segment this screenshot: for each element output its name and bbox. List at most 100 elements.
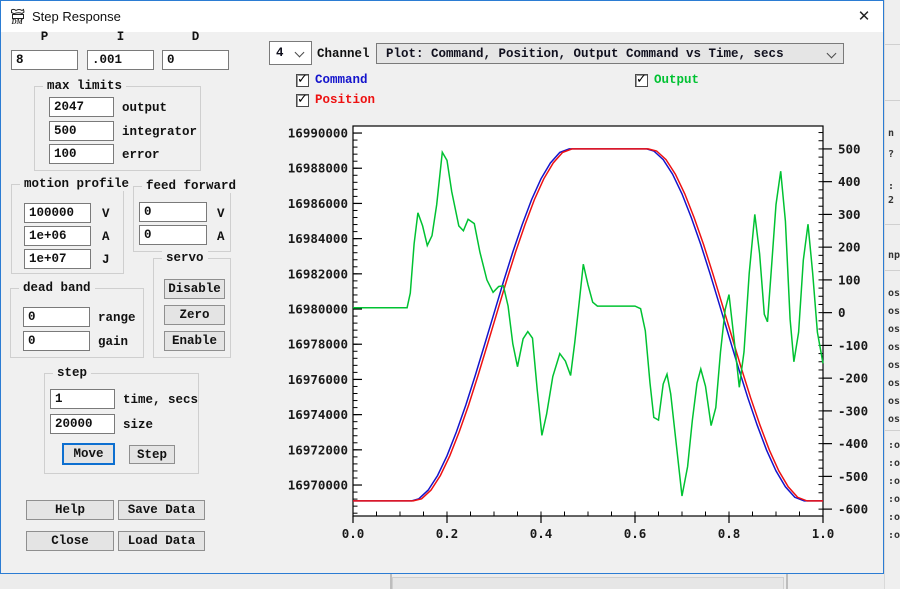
ff-a-field[interactable] xyxy=(139,225,207,245)
background-divider xyxy=(885,224,900,225)
background-text-fragment: 2 xyxy=(888,195,894,206)
output-checkbox[interactable]: ✓ Output xyxy=(635,73,699,87)
x-axis-tick-label: 0.6 xyxy=(624,526,647,541)
right-axis-tick-label: 100 xyxy=(838,272,861,287)
step-response-chart: 1697000016972000169740001697600016978000… xyxy=(286,106,884,554)
ff-v-label: V xyxy=(217,207,225,221)
left-axis-tick-label: 16974000 xyxy=(288,407,348,422)
deadband-gain-label: gain xyxy=(98,335,128,349)
step-button[interactable]: Step xyxy=(129,445,175,464)
feed-forward-title: feed forward xyxy=(142,179,240,193)
command-checkbox-label: Command xyxy=(315,73,368,87)
check-icon: ✓ xyxy=(297,92,308,107)
right-axis-tick-label: 500 xyxy=(838,141,861,156)
background-divider xyxy=(885,270,900,271)
background-text-fragment: :o xyxy=(888,476,900,487)
p-field[interactable] xyxy=(11,50,78,70)
background-panel xyxy=(392,577,784,589)
background-window-right: n?:2nposososososososos:o:o:o:o:o:o xyxy=(884,0,900,589)
background-text-fragment: os xyxy=(888,360,900,371)
left-axis-tick-label: 16980000 xyxy=(288,302,348,317)
background-divider xyxy=(885,100,900,101)
deadband-range-label: range xyxy=(98,311,136,325)
right-axis-tick-label: 400 xyxy=(838,174,861,189)
x-axis-tick-label: 0.2 xyxy=(436,526,459,541)
deadband-range-field[interactable] xyxy=(23,307,90,327)
left-axis-tick-label: 16978000 xyxy=(288,337,348,352)
background-text-fragment: os xyxy=(888,342,900,353)
dead-band-title: dead band xyxy=(19,281,95,295)
profile-j-field[interactable] xyxy=(24,249,91,269)
background-divider xyxy=(885,430,900,431)
ff-v-field[interactable] xyxy=(139,202,207,222)
chevron-down-icon xyxy=(827,49,837,59)
max-error-label: error xyxy=(122,148,160,162)
x-axis-tick-label: 1.0 xyxy=(812,526,835,541)
window-title: Step Response xyxy=(32,9,121,24)
profile-a-field[interactable] xyxy=(24,226,91,246)
plot-frame xyxy=(353,126,823,516)
right-axis-tick-label: -200 xyxy=(838,371,868,386)
channel-select[interactable]: 4 xyxy=(269,41,312,65)
checkbox-box: ✓ xyxy=(296,94,309,107)
left-axis-tick-label: 16990000 xyxy=(288,126,348,141)
max-error-field[interactable] xyxy=(49,144,114,164)
max-output-field[interactable] xyxy=(49,97,114,117)
plot-select[interactable]: Plot: Command, Position, Output Command … xyxy=(376,43,844,64)
check-icon: ✓ xyxy=(636,72,647,87)
load-data-button[interactable]: Load Data xyxy=(118,531,205,551)
max-integrator-label: integrator xyxy=(122,125,197,139)
profile-j-label: J xyxy=(102,253,110,267)
left-axis-tick-label: 16982000 xyxy=(288,266,348,281)
background-text-fragment: :o xyxy=(888,530,900,541)
background-divider xyxy=(786,574,788,589)
help-button[interactable]: Help xyxy=(26,500,114,520)
servo-enable-button[interactable]: Enable xyxy=(164,331,225,351)
command-checkbox[interactable]: ✓ Command xyxy=(296,73,368,87)
svg-text:DM: DM xyxy=(11,18,24,25)
servo-zero-button[interactable]: Zero xyxy=(164,305,225,325)
max-integrator-field[interactable] xyxy=(49,121,114,141)
background-text-fragment: os xyxy=(888,396,900,407)
profile-a-label: A xyxy=(102,230,110,244)
step-time-label: time, secs xyxy=(123,393,198,407)
step-group-title: step xyxy=(53,366,91,380)
deadband-gain-field[interactable] xyxy=(23,331,90,351)
background-divider xyxy=(885,44,900,45)
right-axis-tick-label: 0 xyxy=(838,305,846,320)
servo-title: servo xyxy=(162,251,208,265)
x-axis-tick-label: 0.4 xyxy=(530,526,553,541)
background-text-fragment: os xyxy=(888,324,900,335)
left-axis-tick-label: 16970000 xyxy=(288,478,348,493)
channel-value: 4 xyxy=(270,46,284,60)
check-icon: ✓ xyxy=(297,72,308,87)
x-axis-tick-label: 0.0 xyxy=(342,526,365,541)
background-text-fragment: ? xyxy=(888,149,894,160)
plot-select-value: Plot: Command, Position, Output Command … xyxy=(377,47,784,61)
ff-a-label: A xyxy=(217,230,225,244)
background-text-fragment: n xyxy=(888,128,894,139)
d-field[interactable] xyxy=(162,50,229,70)
channel-label: Channel xyxy=(317,47,370,61)
background-text-fragment: : xyxy=(888,181,894,192)
left-axis-tick-label: 16984000 xyxy=(288,231,348,246)
background-text-fragment: os xyxy=(888,306,900,317)
i-field[interactable] xyxy=(87,50,154,70)
profile-v-label: V xyxy=(102,207,110,221)
background-text-fragment: :o xyxy=(888,440,900,451)
step-time-field[interactable] xyxy=(50,389,115,409)
step-size-field[interactable] xyxy=(50,414,115,434)
servo-disable-button[interactable]: Disable xyxy=(164,279,225,299)
motion-profile-title: motion profile xyxy=(20,177,133,191)
close-icon[interactable]: ✕ xyxy=(851,5,877,29)
p-label: P xyxy=(11,30,78,44)
titlebar: DM Step Response ✕ xyxy=(1,1,883,32)
close-button[interactable]: Close xyxy=(26,531,114,551)
right-axis-tick-label: -400 xyxy=(838,436,868,451)
left-axis: 1697000016972000169740001697600016978000… xyxy=(288,126,362,514)
save-data-button[interactable]: Save Data xyxy=(118,500,205,520)
profile-v-field[interactable] xyxy=(24,203,91,223)
position-checkbox[interactable]: ✓ Position xyxy=(296,93,375,107)
move-button[interactable]: Move xyxy=(62,443,115,465)
background-text-fragment: np xyxy=(888,250,900,261)
